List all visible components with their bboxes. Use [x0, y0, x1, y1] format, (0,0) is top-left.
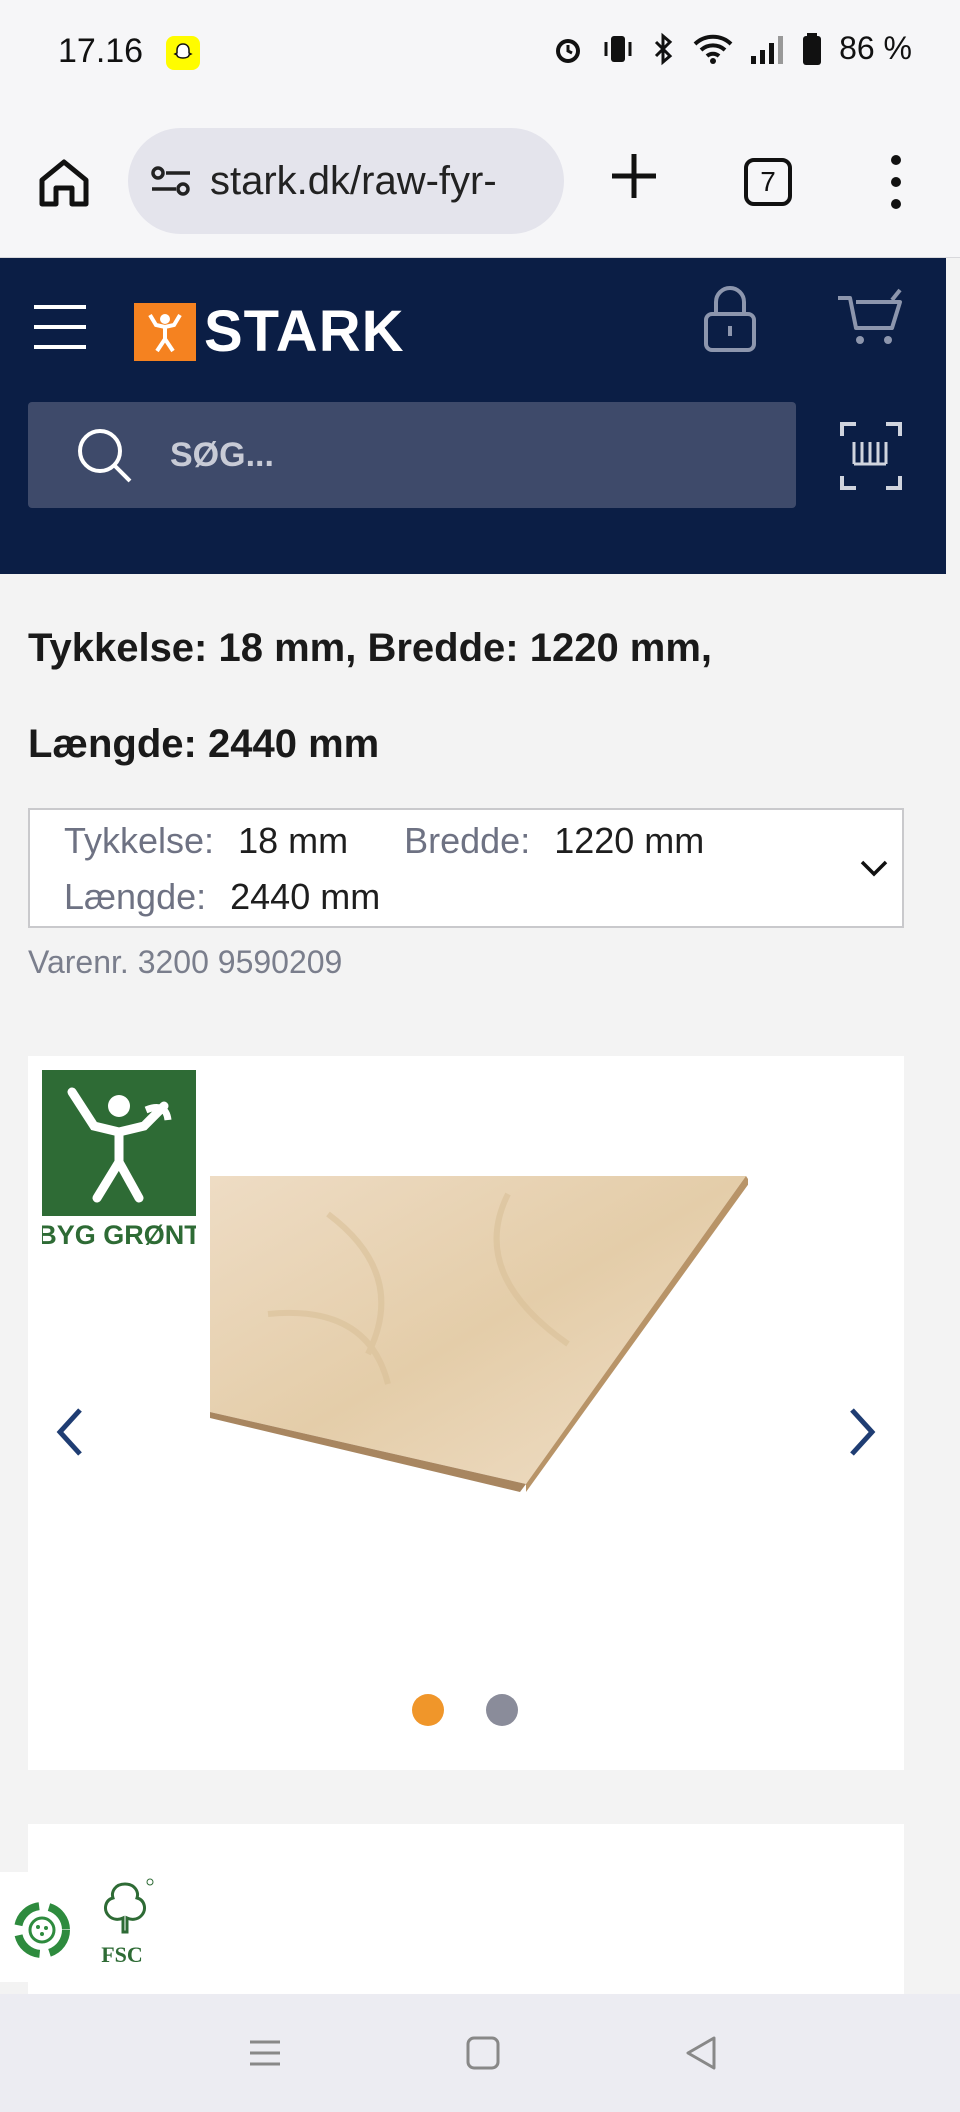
login-lock-icon[interactable] — [700, 284, 760, 354]
search-placeholder: SØG... — [170, 435, 274, 474]
gallery-dot-active[interactable] — [412, 1694, 444, 1726]
tab-count: 7 — [760, 166, 776, 197]
new-tab-icon[interactable] — [606, 148, 662, 204]
browser-toolbar: stark.dk/raw-fyr- 7 — [0, 106, 960, 258]
next-image-arrow-icon[interactable] — [842, 1404, 882, 1460]
width-value: 1220 mm — [554, 820, 705, 861]
search-icon — [78, 429, 132, 483]
brand-name: STARK — [204, 299, 405, 364]
previous-image-arrow-icon[interactable] — [50, 1404, 90, 1460]
home-nav-icon[interactable] — [458, 2028, 508, 2078]
browser-menu-icon[interactable] — [884, 152, 908, 212]
status-bar: 17.16 86 % — [0, 0, 960, 106]
gallery-dot[interactable] — [486, 1694, 518, 1726]
wifi-icon — [693, 34, 733, 64]
cart-icon[interactable] — [836, 288, 904, 348]
tab-switcher-button[interactable]: 7 — [744, 158, 792, 206]
signal-icon — [751, 35, 784, 64]
status-icons: 86 % — [551, 30, 912, 67]
length-value: 2440 mm — [230, 876, 381, 917]
vibrate-icon — [604, 35, 632, 62]
battery-level: 86 % — [839, 30, 912, 66]
site-settings-icon[interactable] — [150, 164, 192, 198]
byg-groent-badge-text: BYG GRØNT — [42, 1220, 196, 1250]
width-label: Bredde: — [404, 820, 531, 861]
alarm-icon — [556, 38, 581, 63]
back-nav-icon[interactable] — [676, 2028, 726, 2078]
stark-logo[interactable]: STARK — [134, 298, 404, 365]
byg-groent-badge: BYG GRØNT — [42, 1070, 196, 1250]
item-number: Varenr. 3200 9590209 — [28, 944, 343, 980]
recent-apps-icon[interactable] — [240, 2028, 290, 2078]
bluetooth-icon — [655, 32, 673, 65]
thickness-label: Tykkelse: — [64, 820, 215, 861]
logo-mark-icon — [134, 302, 196, 361]
hamburger-menu-icon[interactable] — [32, 302, 88, 352]
product-title-line1: Tykkelse: 18 mm, Bredde: 1220 mm, — [28, 626, 713, 670]
url-text: stark.dk/raw-fyr- — [210, 158, 497, 203]
site-header: STARK SØG... — [0, 258, 946, 574]
product-image-gallery: BYG GRØNT — [28, 1056, 904, 1770]
variant-selector[interactable]: Tykkelse: 18 mm Bredde: 1220 mm Længde: … — [28, 808, 904, 928]
fsc-logo-icon: FSC — [101, 1878, 154, 1967]
home-icon[interactable] — [36, 154, 92, 210]
recycle-icon — [14, 1902, 70, 1958]
system-navigation-bar — [0, 1994, 960, 2112]
fsc-label: FSC — [101, 1942, 143, 1967]
certification-icons: FSC — [0, 1872, 170, 1982]
product-title-line2: Længde: 2440 mm — [28, 722, 380, 766]
thickness-value: 18 mm — [238, 820, 349, 861]
barcode-scan-icon[interactable] — [840, 422, 902, 490]
length-label: Længde: — [64, 876, 207, 917]
product-image — [210, 1176, 748, 1492]
address-bar[interactable]: stark.dk/raw-fyr- — [128, 128, 564, 234]
status-time: 17.16 — [58, 32, 144, 70]
chevron-down-icon — [860, 860, 888, 877]
search-input[interactable]: SØG... — [28, 402, 796, 508]
product-title: Tykkelse: 18 mm, Bredde: 1220 mm, Længde… — [28, 600, 908, 792]
battery-icon — [803, 32, 822, 65]
snapchat-icon — [166, 36, 200, 70]
